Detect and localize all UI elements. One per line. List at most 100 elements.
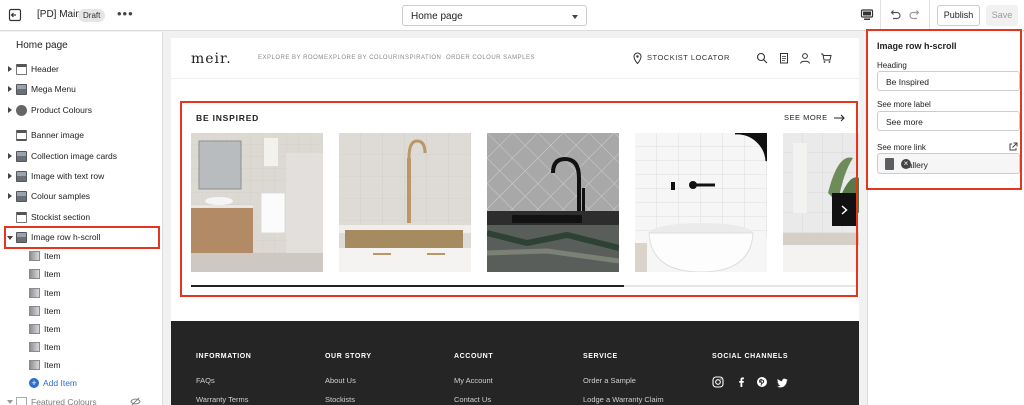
preview-selection-highlight (180, 101, 858, 297)
clipboard-icon[interactable] (778, 52, 790, 64)
nav-explore-by-colour[interactable]: EXPLORE BY COLOUR (324, 55, 398, 61)
template-select-value: Home page (411, 11, 463, 22)
footer-heading-account: ACCOUNT (454, 353, 494, 360)
sidebar-item-banner-image[interactable]: Banner image (0, 127, 162, 145)
footer-heading-service: SERVICE (583, 353, 618, 360)
section-icon (16, 151, 27, 162)
plus-icon: + (29, 378, 39, 388)
sidebar-item-featured-colours[interactable]: Featured Colours (0, 395, 162, 405)
undo-icon[interactable] (888, 8, 902, 22)
eye-hidden-icon[interactable] (130, 396, 141, 405)
top-bar: [PD] Main Draft ••• Home page Publish Sa… (0, 0, 1024, 31)
account-icon[interactable] (799, 52, 811, 64)
exit-icon[interactable] (8, 8, 22, 22)
search-icon[interactable] (756, 52, 768, 64)
cart-icon[interactable] (820, 52, 832, 64)
chevron-down-icon[interactable] (7, 400, 13, 404)
list-item[interactable]: Item (0, 320, 162, 338)
list-item[interactable]: Item (0, 356, 162, 374)
add-item-label: Add Item (43, 378, 78, 388)
location-pin-icon (633, 52, 642, 64)
site-footer: INFORMATION OUR STORY ACCOUNT SERVICE SO… (171, 321, 859, 405)
footer-link-faqs[interactable]: FAQs (196, 376, 215, 385)
sidebar-item-label: Header (31, 64, 59, 74)
list-item-label: Item (44, 269, 61, 279)
footer-link-about-us[interactable]: About Us (325, 376, 356, 385)
list-item[interactable]: Item (0, 265, 162, 283)
store-logo[interactable]: meir. (191, 51, 232, 67)
chevron-right-icon[interactable] (8, 153, 12, 159)
save-button[interactable]: Save (986, 5, 1018, 26)
footer-link-order-sample[interactable]: Order a Sample (583, 376, 636, 385)
sidebar-item-colour-samples[interactable]: Colour samples (0, 188, 162, 206)
list-item-label: Item (44, 324, 61, 334)
list-item-label: Item (44, 342, 61, 352)
sidebar-item-mega-menu[interactable]: Mega Menu (0, 81, 162, 99)
footer-link-warranty-terms[interactable]: Warranty Terms (196, 395, 249, 404)
chevron-right-icon[interactable] (8, 86, 12, 92)
draft-badge: Draft (78, 9, 106, 22)
sidebar-item-label: Mega Menu (31, 84, 76, 94)
item-thumbnail (29, 360, 40, 370)
divider (880, 0, 881, 31)
sidebar-item-label: Collection image cards (31, 151, 117, 161)
palette-icon (16, 105, 27, 116)
facebook-icon[interactable] (736, 376, 748, 388)
sidebar-item-label: Product Colours (31, 105, 92, 115)
sidebar-item-collection-image-cards[interactable]: Collection image cards (0, 148, 162, 166)
add-item-button[interactable]: + Add Item (29, 378, 77, 388)
twitter-icon[interactable] (777, 378, 788, 388)
section-icon (16, 212, 27, 223)
chevron-right-icon[interactable] (8, 193, 12, 199)
template-select[interactable]: Home page (402, 5, 587, 26)
sidebar-title: Home page (16, 40, 68, 51)
panel-selection-highlight (866, 29, 1022, 190)
list-item[interactable]: Item (0, 338, 162, 356)
header-divider (171, 78, 859, 79)
sidebar-item-stockist-section[interactable]: Stockist section (0, 209, 162, 227)
instagram-icon[interactable] (712, 376, 724, 388)
desktop-view-icon[interactable] (860, 8, 874, 22)
footer-link-contact-us[interactable]: Contact Us (454, 395, 491, 404)
sidebar-item-label: Stockist section (31, 212, 91, 222)
item-thumbnail (29, 306, 40, 316)
image-icon (16, 191, 27, 202)
chevron-down-icon (572, 15, 578, 19)
store-name: [PD] Main (37, 9, 81, 20)
redo-icon[interactable] (908, 8, 922, 22)
list-item[interactable]: Item (0, 247, 162, 265)
sidebar-selection-highlight (4, 226, 160, 249)
item-thumbnail (29, 251, 40, 261)
chevron-right-icon[interactable] (8, 66, 12, 72)
item-thumbnail (29, 269, 40, 279)
chevron-right-icon[interactable] (8, 173, 12, 179)
footer-link-stockists[interactable]: Stockists (325, 395, 355, 404)
nav-explore-by-room[interactable]: EXPLORE BY ROOM (258, 55, 324, 61)
list-item[interactable]: Item (0, 284, 162, 302)
pinterest-icon[interactable] (756, 376, 768, 388)
list-item[interactable]: Item (0, 302, 162, 320)
sidebar-item-product-colours[interactable]: Product Colours (0, 102, 162, 120)
publish-button[interactable]: Publish (937, 5, 980, 26)
footer-heading-social: SOCIAL CHANNELS (712, 353, 789, 360)
image-icon (16, 171, 27, 182)
sidebar-item-image-with-text-row[interactable]: Image with text row (0, 168, 162, 186)
footer-heading-information: INFORMATION (196, 353, 252, 360)
nav-inspiration[interactable]: INSPIRATION (398, 55, 441, 61)
footer-link-warranty-claim[interactable]: Lodge a Warranty Claim (583, 395, 664, 404)
more-actions-icon[interactable]: ••• (117, 6, 134, 21)
nav-order-colour-samples[interactable]: ORDER COLOUR SAMPLES (446, 55, 535, 61)
list-item-label: Item (44, 251, 61, 261)
section-icon (16, 397, 27, 405)
divider (929, 0, 930, 31)
chevron-right-icon[interactable] (8, 107, 12, 113)
stockist-locator-link[interactable]: STOCKIST LOCATOR (647, 53, 730, 62)
sidebar-item-label: Banner image (31, 130, 84, 140)
section-icon (16, 84, 27, 95)
footer-link-my-account[interactable]: My Account (454, 376, 493, 385)
sidebar-item-label: Image with text row (31, 171, 105, 181)
banner-section-icon (16, 130, 27, 141)
list-item-label: Item (44, 288, 61, 298)
list-item-label: Item (44, 360, 61, 370)
sidebar-item-header[interactable]: Header (0, 61, 162, 79)
